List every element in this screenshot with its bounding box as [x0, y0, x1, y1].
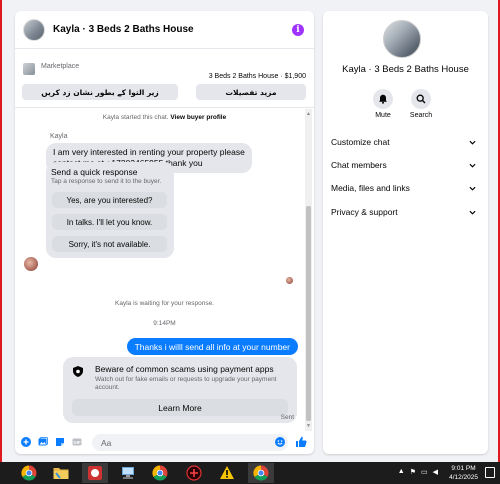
gif-icon[interactable]: GIF — [72, 437, 82, 447]
scam-warning-description: Watch out for fake emails or requests to… — [95, 376, 277, 391]
network-icon — [122, 467, 134, 479]
chrome-icon — [21, 465, 37, 481]
message-line-1: I am very interested in renting your pro… — [53, 147, 245, 157]
chat-panel: Kayla · 3 Beds 2 Baths House i Marketpla… — [15, 11, 314, 454]
taskbar-red-app[interactable] — [82, 463, 108, 483]
scroll-up-icon[interactable]: ▲ — [306, 111, 311, 117]
system-tray: ▲ ⚑ ▭ ◀ — [398, 468, 438, 476]
taskbar-warning[interactable] — [214, 463, 240, 483]
message-composer: GIF Aa — [15, 431, 314, 454]
waiting-note: Kayla is waiting for your response. — [115, 300, 214, 307]
tray-up-arrow-icon[interactable]: ▲ — [398, 468, 405, 476]
quick-reply-interested[interactable]: Yes, are you interested? — [52, 192, 167, 208]
chat-header: Kayla · 3 Beds 2 Baths House i — [15, 11, 314, 49]
search-label: Search — [409, 112, 433, 119]
chat-started-note: Kayla started this chat. View buyer prof… — [15, 114, 314, 121]
sticker-icon[interactable] — [55, 437, 65, 447]
listing-price[interactable]: 3 Beds 2 Baths House · $1,900 — [209, 73, 306, 80]
tray-volume-icon[interactable]: ◀ — [433, 468, 438, 476]
taskbar-chrome-2[interactable] — [147, 463, 173, 483]
row-chat-members[interactable]: Chat members — [331, 158, 476, 172]
search-button[interactable] — [411, 89, 431, 109]
started-text: Kayla started this chat. — [102, 114, 169, 121]
chevron-down-icon — [469, 186, 476, 191]
tray-time: 9:01 PM — [451, 465, 476, 472]
quick-response-card: Send a quick response Tap a response to … — [46, 162, 174, 258]
read-receipt-avatar — [286, 277, 293, 284]
mark-pending-button[interactable]: زیر التوا کے بطور نشان زد کریں — [22, 84, 178, 100]
notification-icon[interactable] — [485, 467, 495, 478]
marketplace-label: Marketplace — [41, 63, 80, 70]
scroll-down-icon[interactable]: ▼ — [306, 423, 311, 429]
row-media-files-links[interactable]: Media, files and links — [331, 181, 476, 195]
info-icon[interactable]: i — [292, 24, 304, 36]
chrome-icon — [152, 465, 168, 481]
sender-name: Kayla — [50, 133, 68, 140]
like-icon[interactable] — [295, 436, 307, 448]
scam-warning-card: Beware of common scams using payment app… — [63, 357, 297, 423]
scrollbar-thumb[interactable] — [306, 206, 311, 421]
taskbar-chrome-1[interactable] — [16, 463, 42, 483]
view-profile-link[interactable]: View buyer profile — [170, 114, 226, 121]
bell-icon — [379, 94, 387, 104]
listing-avatar-large[interactable] — [383, 20, 421, 58]
row-label: Privacy & support — [331, 207, 398, 217]
shield-icon — [73, 366, 83, 377]
app-red-icon — [88, 466, 102, 480]
row-label: Customize chat — [331, 137, 390, 147]
chat-title[interactable]: Kayla · 3 Beds 2 Baths House — [53, 24, 194, 35]
taskbar: ▲ ⚑ ▭ ◀ 9:01 PM 4/12/2025 — [0, 462, 500, 484]
quick-reply-in-talks[interactable]: In talks. I'll let you know. — [52, 214, 167, 230]
mute-button[interactable] — [373, 89, 393, 109]
photo-icon[interactable] — [38, 437, 48, 447]
plus-icon[interactable] — [21, 437, 31, 447]
message-input[interactable]: Aa — [92, 434, 288, 451]
row-label: Media, files and links — [331, 183, 410, 193]
chrome-active-icon — [253, 465, 269, 481]
row-customize-chat[interactable]: Customize chat — [331, 135, 476, 149]
message-thread: Kayla started this chat. View buyer prof… — [15, 109, 314, 431]
scam-warning-title: Beware of common scams using payment app… — [95, 364, 274, 374]
chat-info-panel: Kayla · 3 Beds 2 Baths House Mute Search… — [323, 11, 488, 454]
tray-clock[interactable]: 9:01 PM 4/12/2025 — [449, 464, 478, 482]
svg-text:GIF: GIF — [73, 440, 81, 445]
chevron-down-icon — [469, 210, 476, 215]
info-title: Kayla · 3 Beds 2 Baths House — [342, 64, 469, 75]
quick-reply-not-available[interactable]: Sorry, it's not available. — [52, 236, 167, 252]
marketplace-bar: Marketplace 3 Beds 2 Baths House · $1,90… — [15, 50, 314, 108]
sent-status: Sent — [280, 414, 294, 421]
chevron-down-icon — [469, 163, 476, 168]
mute-label: Mute — [375, 112, 391, 119]
tray-display-icon[interactable]: ▭ — [421, 468, 428, 476]
window-border-left — [0, 0, 2, 462]
game-icon — [186, 465, 202, 481]
taskbar-chrome-active[interactable] — [248, 463, 274, 483]
tray-date: 4/12/2025 — [449, 474, 478, 481]
outgoing-message[interactable]: Thanks i willl send all info at your num… — [126, 338, 298, 355]
chevron-down-icon — [469, 140, 476, 145]
tray-flag-icon[interactable]: ⚑ — [410, 468, 416, 476]
learn-more-button[interactable]: Learn More — [72, 399, 288, 416]
row-label: Chat members — [331, 160, 387, 170]
taskbar-game[interactable] — [181, 463, 207, 483]
taskbar-network[interactable] — [115, 463, 141, 483]
listing-avatar[interactable] — [23, 18, 45, 41]
row-privacy-support[interactable]: Privacy & support — [331, 205, 476, 219]
taskbar-folder[interactable] — [48, 463, 74, 483]
more-details-button[interactable]: مزید تفصیلات — [196, 84, 306, 100]
listing-thumbnail[interactable] — [23, 63, 35, 75]
quick-response-title: Send a quick response — [51, 167, 138, 177]
sender-avatar[interactable] — [24, 257, 38, 271]
emoji-icon[interactable] — [275, 437, 285, 447]
search-icon — [416, 94, 426, 104]
quick-response-subtitle: Tap a response to send it to the buyer. — [51, 178, 162, 185]
folder-icon — [53, 468, 69, 479]
timestamp: 9:14PM — [153, 320, 176, 327]
warning-icon — [220, 466, 234, 479]
